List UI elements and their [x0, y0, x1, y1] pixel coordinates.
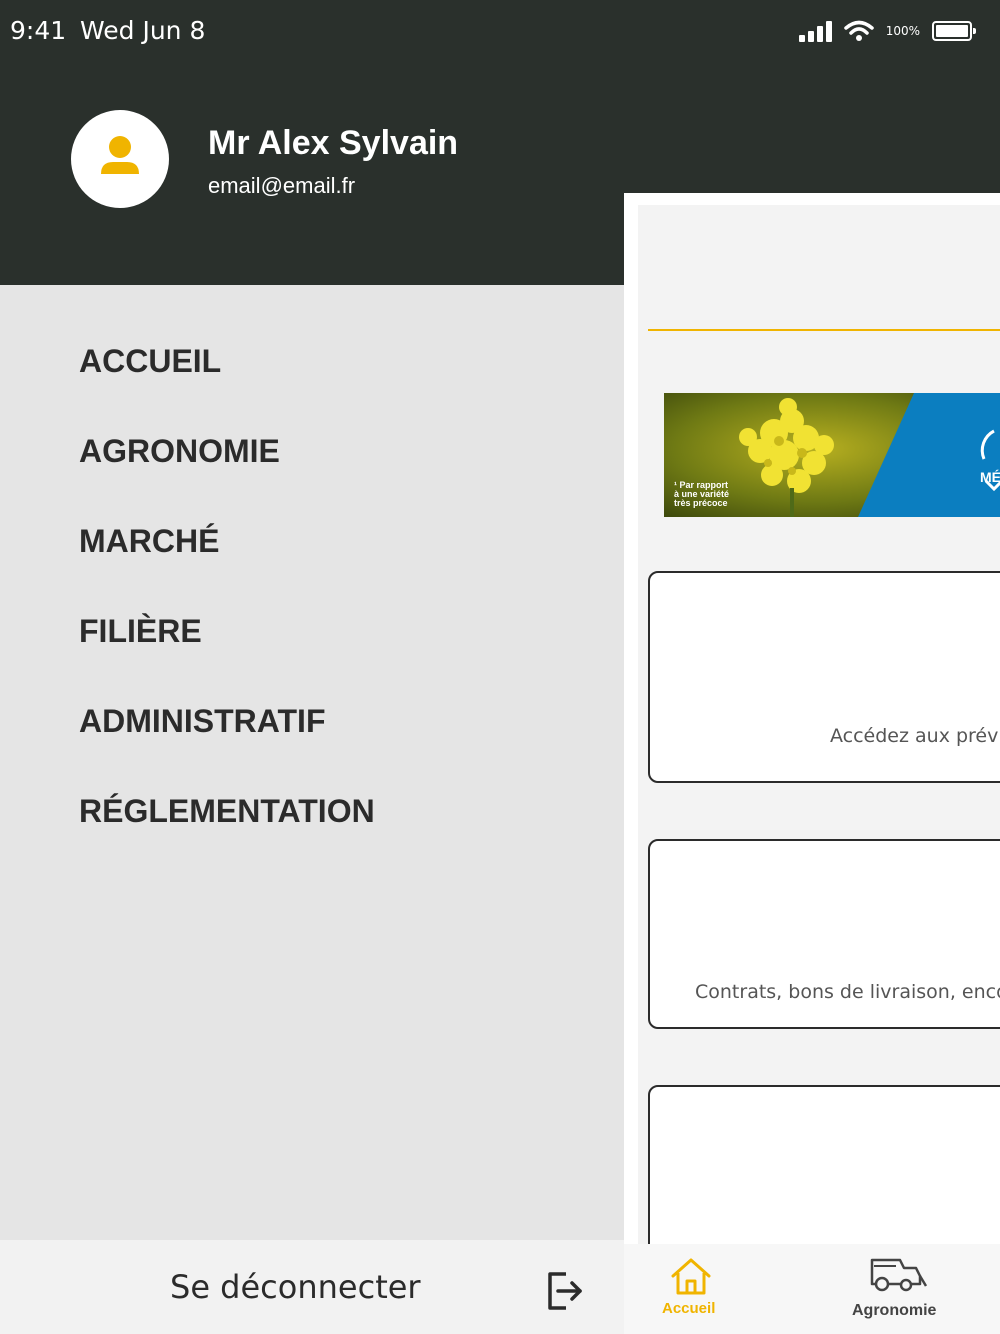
tab-label: Agronomie	[852, 1302, 937, 1319]
user-email: email@email.fr	[208, 173, 356, 198]
card-administratif[interactable]: Contrats, bons de livraison, encou	[648, 839, 1000, 1029]
user-name: Mr Alex Sylvain	[208, 124, 459, 162]
promo-banner[interactable]: ¹ Par rapport à une variété très précoce…	[664, 393, 1000, 517]
menu-item-accueil[interactable]: ACCUEIL	[79, 343, 221, 380]
banner-footnote: ¹ Par rapport à une variété très précoce	[674, 480, 730, 508]
battery-percent: 100%	[885, 24, 920, 38]
logout-label: Se déconnecter	[170, 1268, 421, 1306]
status-time: 9:41	[10, 16, 67, 45]
avatar[interactable]	[71, 110, 169, 208]
menu-item-marche[interactable]: MARCHÉ	[79, 523, 219, 560]
bottom-tab-bar: Accueil Agronomie	[624, 1244, 1000, 1334]
header-divider	[648, 329, 1000, 331]
card-text: Contrats, bons de livraison, encou	[695, 981, 1000, 1003]
battery-icon	[932, 21, 976, 41]
menu-item-filiere[interactable]: FILIÈRE	[79, 613, 202, 650]
home-icon	[671, 1258, 711, 1295]
tab-agronomie[interactable]: Agronomie	[824, 1244, 974, 1334]
banner-brand: MÉ	[980, 469, 1000, 485]
tab-label: Accueil	[662, 1300, 716, 1317]
menu-item-agronomie[interactable]: AGRONOMIE	[79, 433, 280, 470]
side-drawer: ACCUEIL AGRONOMIE MARCHÉ FILIÈRE ADMINIS…	[0, 285, 624, 1240]
wifi-icon	[843, 20, 874, 41]
card-third[interactable]	[648, 1085, 1000, 1255]
person-icon	[101, 136, 139, 174]
status-bar: 9:41 Wed Jun 8 100%	[0, 0, 1000, 60]
tab-accueil[interactable]: Accueil	[624, 1244, 764, 1334]
card-text: Accédez aux prévis	[830, 725, 1000, 747]
cellular-signal-icon	[798, 20, 832, 42]
main-content: ¹ Par rapport à une variété très précoce…	[624, 193, 1000, 1334]
content-panel: ¹ Par rapport à une variété très précoce…	[638, 205, 1000, 1255]
harvester-icon	[870, 1258, 928, 1292]
logout-button[interactable]: Se déconnecter	[0, 1240, 624, 1334]
logout-arrow-icon	[548, 1272, 582, 1310]
card-forecast[interactable]: Accédez aux prévis	[648, 571, 1000, 783]
menu-item-reglementation[interactable]: RÉGLEMENTATION	[79, 793, 375, 830]
status-date: Wed Jun 8	[80, 16, 206, 45]
menu-item-administratif[interactable]: ADMINISTRATIF	[79, 703, 325, 740]
status-icons: 100%	[798, 18, 976, 44]
